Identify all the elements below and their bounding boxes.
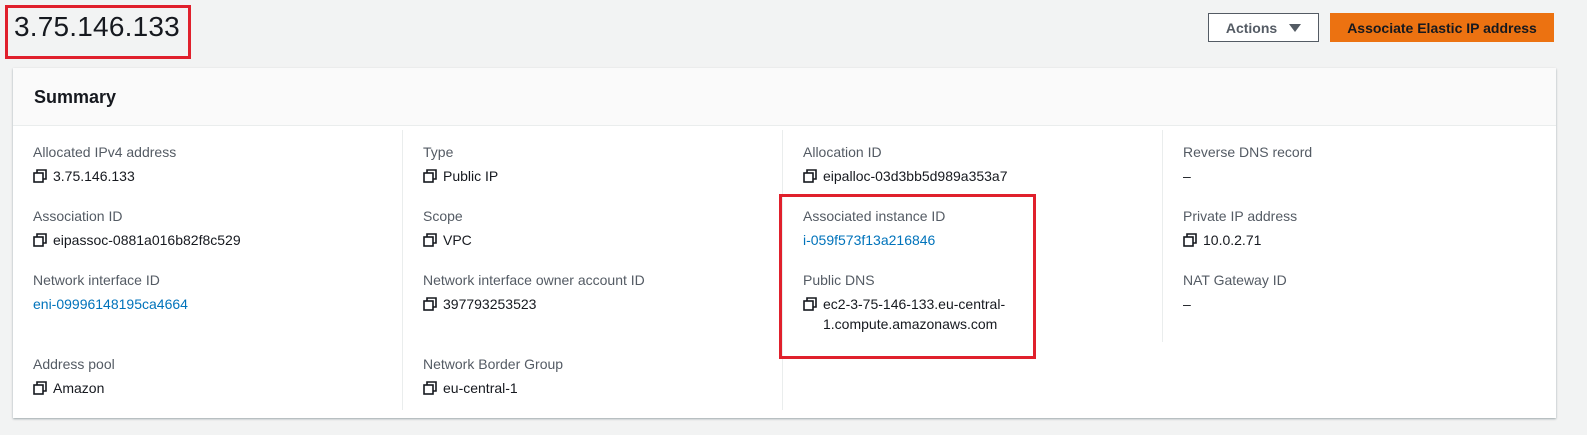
field-nat-gateway: NAT Gateway ID – <box>1183 270 1287 314</box>
field-label: Allocated IPv4 address <box>33 144 177 160</box>
field-address-pool: Address pool Amazon <box>33 354 115 398</box>
copy-icon[interactable] <box>423 297 437 311</box>
field-value: eipalloc-03d3bb5d989a353a7 <box>823 168 1008 184</box>
copy-icon[interactable] <box>1183 233 1197 247</box>
field-label: Type <box>423 144 454 160</box>
summary-header: Summary <box>13 68 1556 126</box>
field-allocated-ipv4: Allocated IPv4 address 3.75.146.133 <box>33 142 176 186</box>
field-label: Association ID <box>33 208 123 224</box>
field-network-interface-id: Network interface ID eni-09996148195ca46… <box>33 270 188 314</box>
field-value: eipassoc-0881a016b82f8c529 <box>53 232 241 248</box>
actions-label: Actions <box>1225 19 1278 36</box>
field-label: Reverse DNS record <box>1183 144 1313 160</box>
field-label: Network interface ID <box>33 272 160 288</box>
field-label: Private IP address <box>1183 208 1298 224</box>
copy-icon[interactable] <box>33 233 47 247</box>
associate-elastic-ip-button[interactable]: Associate Elastic IP address <box>1330 13 1554 42</box>
highlight-box-title <box>5 5 191 59</box>
network-interface-link[interactable]: eni-09996148195ca4664 <box>33 294 188 314</box>
copy-icon[interactable] <box>33 381 47 395</box>
field-label: Scope <box>423 208 463 224</box>
field-value: VPC <box>443 232 472 248</box>
field-allocation-id: Allocation ID eipalloc-03d3bb5d989a353a7 <box>803 142 1008 186</box>
copy-icon[interactable] <box>33 169 47 183</box>
field-label: Network interface owner account ID <box>423 272 645 288</box>
copy-icon[interactable] <box>423 381 437 395</box>
field-border-group: Network Border Group eu-central-1 <box>423 354 563 398</box>
actions-dropdown-button[interactable]: Actions <box>1208 13 1319 42</box>
field-value: eu-central-1 <box>443 380 518 396</box>
field-value: 10.0.2.71 <box>1203 232 1262 248</box>
field-value: – <box>1183 296 1191 312</box>
field-value: Public IP <box>443 168 499 184</box>
field-ni-owner: Network interface owner account ID 39779… <box>423 270 645 314</box>
field-label: Allocation ID <box>803 144 882 160</box>
field-private-ip: Private IP address 10.0.2.71 <box>1183 206 1297 250</box>
field-label: NAT Gateway ID <box>1183 272 1287 288</box>
field-association-id: Association ID eipassoc-0881a016b82f8c52… <box>33 206 241 250</box>
field-value: – <box>1183 168 1191 184</box>
field-type: Type Public IP <box>423 142 498 186</box>
copy-icon[interactable] <box>803 169 817 183</box>
summary-column-1: Allocated IPv4 address 3.75.146.133 Asso… <box>13 130 402 410</box>
field-value: 3.75.146.133 <box>53 168 135 184</box>
caret-down-icon <box>1289 23 1302 32</box>
field-label: Network Border Group <box>423 356 564 372</box>
field-label: Address pool <box>33 356 115 372</box>
copy-icon[interactable] <box>423 169 437 183</box>
highlight-box-instance-dns <box>779 194 1036 359</box>
summary-column-4: Reverse DNS record – Private IP address … <box>1162 130 1543 342</box>
field-scope: Scope VPC <box>423 206 472 250</box>
copy-icon[interactable] <box>423 233 437 247</box>
summary-column-2: Type Public IP Scope VPC Network interfa… <box>402 130 783 410</box>
field-value: 397793253523 <box>443 296 537 312</box>
summary-title: Summary <box>34 87 117 107</box>
field-reverse-dns: Reverse DNS record – <box>1183 142 1312 186</box>
field-value: Amazon <box>53 380 105 396</box>
